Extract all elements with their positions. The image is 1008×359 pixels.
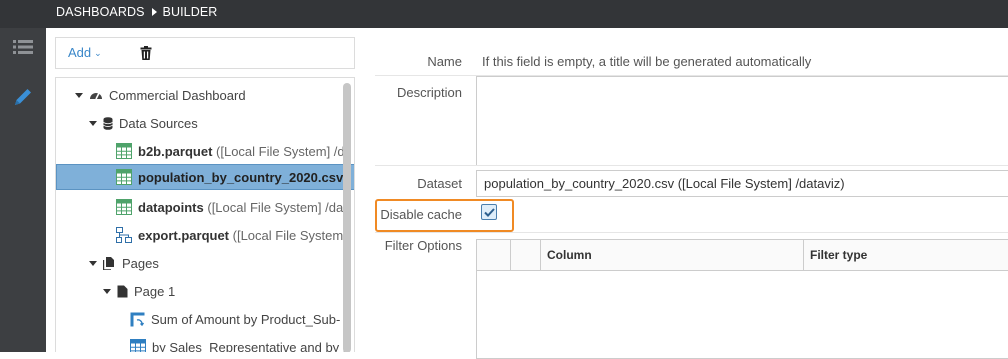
breadcrumb-builder: BUILDER [162, 5, 218, 19]
source-name: population_by_country_2020.csv [138, 169, 344, 185]
dashboard-icon [89, 89, 103, 101]
add-button-label: Add [68, 45, 92, 60]
row-divider [375, 232, 1008, 233]
tree-panel: Add ⌄ Commercial Dashboard Data Sources … [46, 28, 366, 352]
top-bar: DASHBOARDS BUILDER [0, 0, 1008, 28]
tree-node-pages[interactable]: Pages [89, 250, 159, 276]
pivot-icon [130, 312, 145, 327]
tree-label: Sum of Amount by Product_Sub- [151, 311, 341, 327]
table-icon [116, 199, 132, 215]
tree-node-b2b-parquet[interactable]: b2b.parquet ([Local File System] /d [116, 138, 345, 164]
pages-icon [103, 256, 116, 270]
collapse-triangle-icon[interactable] [89, 120, 97, 126]
tree-node-widget-sum-of-amount[interactable]: Sum of Amount by Product_Sub- [130, 306, 340, 332]
tree-label: Page 1 [134, 283, 176, 299]
source-name: datapoints [138, 199, 204, 215]
filter-options-grid: Column Filter type [476, 239, 1008, 359]
chevron-down-icon: ⌄ [94, 48, 102, 58]
pencil-icon[interactable] [10, 84, 36, 110]
source-name: export.parquet [138, 227, 230, 243]
tree-view: Commercial Dashboard Data Sources b2b.pa… [55, 77, 355, 352]
disable-cache-label: Disable cache [380, 207, 462, 222]
source-detail: ([Local File System] /d [216, 143, 345, 159]
collapse-triangle-icon[interactable] [103, 288, 111, 294]
tree-label: by Sales_Representative and by F [152, 339, 351, 353]
tree-node-export-parquet[interactable]: export.parquet ([Local File System [116, 222, 343, 248]
source-name: b2b.parquet [138, 143, 213, 159]
disable-cache-checkbox[interactable] [481, 204, 497, 220]
tree-node-page-1[interactable]: Page 1 [103, 278, 175, 304]
description-textarea[interactable] [476, 76, 1008, 166]
database-icon [103, 116, 113, 130]
breadcrumb-dashboards[interactable]: DASHBOARDS [56, 1, 145, 23]
collapse-triangle-icon[interactable] [75, 92, 83, 98]
table-icon [116, 169, 132, 185]
tree-node-data-sources[interactable]: Data Sources [89, 110, 198, 136]
flow-icon [116, 227, 132, 243]
tree-toolbar: Add ⌄ [55, 37, 355, 69]
source-detail: ([Local File System] /da [207, 199, 344, 215]
grid-header: Column Filter type [477, 240, 1008, 271]
tree-label: Data Sources [119, 115, 198, 131]
page-icon [117, 285, 128, 298]
column-header[interactable]: Column [541, 240, 804, 271]
trash-icon[interactable] [140, 46, 152, 63]
source-detail: ([Local File System [232, 227, 344, 243]
filter-options-label: Filter Options [384, 238, 462, 253]
breadcrumb: DASHBOARDS BUILDER [56, 0, 217, 24]
tree-node-commercial-dashboard[interactable]: Commercial Dashboard [75, 82, 246, 108]
tree-node-widget-by-sales-rep[interactable]: by Sales_Representative and by F [130, 334, 351, 352]
collapse-triangle-icon[interactable] [89, 260, 97, 266]
row-divider [375, 165, 1008, 166]
tree-node-population-csv[interactable]: population_by_country_2020.csv [56, 164, 354, 190]
table-icon [130, 339, 146, 352]
tree-label: Pages [122, 255, 159, 271]
tree-scrollbar[interactable] [343, 83, 351, 352]
breadcrumb-separator-icon [151, 8, 157, 16]
filter-type-header[interactable]: Filter type [804, 240, 1008, 271]
grid-header-blank [511, 240, 541, 271]
tree-label: Commercial Dashboard [109, 87, 246, 103]
grid-header-blank [477, 240, 511, 271]
checkmark-icon [483, 207, 495, 217]
tree-node-datapoints[interactable]: datapoints ([Local File System] /da [116, 194, 343, 220]
table-icon [116, 143, 132, 159]
source-form: Name If this field is empty, a title wil… [375, 28, 1008, 359]
left-rail [0, 28, 46, 352]
dataset-label: Dataset [417, 176, 462, 191]
dataset-select[interactable]: population_by_country_2020.csv ([Local F… [476, 170, 1008, 197]
name-label: Name [427, 54, 462, 69]
add-button[interactable]: Add ⌄ [68, 45, 102, 60]
list-icon[interactable] [10, 34, 36, 60]
description-label: Description [396, 85, 462, 100]
name-input[interactable]: If this field is empty, a title will be … [482, 54, 811, 69]
